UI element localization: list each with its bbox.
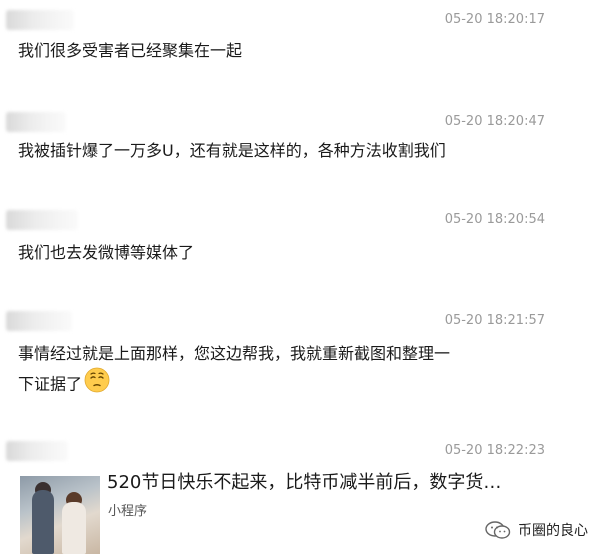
couple-photo-thumbnail	[20, 476, 100, 554]
watermark-text: 币圈的良心	[518, 523, 588, 539]
sender-name-blurred	[6, 210, 78, 230]
wechat-icon	[485, 521, 511, 539]
message-timestamp: 05-20 18:20:54	[444, 212, 545, 227]
message-timestamp: 05-20 18:20:17	[444, 12, 545, 27]
sender-name-blurred	[6, 112, 66, 132]
message-text: 我们也去发微博等媒体了	[18, 243, 195, 262]
sender-name-blurred	[6, 311, 72, 331]
message-timestamp: 05-20 18:21:57	[444, 313, 545, 328]
message-text-line-1: 事情经过就是上面那样，您这边帮我，我就重新截图和整理一	[18, 344, 451, 363]
message-timestamp: 05-20 18:20:47	[444, 114, 545, 129]
mini-program-label: 小程序	[108, 504, 148, 519]
mini-program-card[interactable]: 520节日快乐不起来，比特币减半前后，数字货… 小程序	[20, 468, 560, 554]
message-timestamp: 05-20 18:22:23	[444, 443, 545, 458]
pensive-face-emoji	[84, 367, 110, 403]
sender-name-blurred	[6, 441, 68, 461]
message-text: 我被插针爆了一万多U，还有就是这样的，各种方法收割我们	[18, 141, 446, 160]
account-watermark: 币圈的良心	[484, 518, 588, 542]
message-text-line-2-text: 下证据了	[18, 374, 83, 394]
message-text: 我们很多受害者已经聚集在一起	[18, 41, 243, 60]
mini-program-title: 520节日快乐不起来，比特币减半前后，数字货…	[107, 472, 502, 493]
sender-name-blurred	[6, 10, 74, 30]
message-text-line-2: 下证据了	[18, 367, 110, 403]
